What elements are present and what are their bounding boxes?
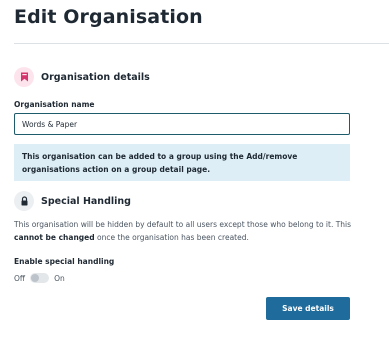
toggle-knob[interactable]: [31, 274, 40, 282]
organisation-name-label: Organisation name: [14, 100, 95, 109]
toggle-on-label: On: [54, 273, 65, 283]
description-text-1: This organisation will be hidden by defa…: [14, 220, 352, 229]
toggle-off-label: Off: [14, 273, 26, 283]
special-handling-toggle[interactable]: [30, 273, 50, 283]
special-handling-header: Special Handling: [14, 191, 131, 211]
save-details-button[interactable]: Save details: [266, 297, 350, 320]
section-title-special: Special Handling: [41, 195, 131, 207]
info-box: This organisation can be added to a grou…: [14, 144, 350, 181]
special-handling-toggle-row: Off On: [14, 273, 65, 283]
page-title: Edit Organisation: [14, 6, 203, 28]
description-text-2: once the organisation has been created.: [94, 232, 249, 242]
special-handling-description: This organisation will be hidden by defa…: [14, 219, 354, 244]
lock-icon: [14, 191, 34, 211]
bookmark-icon: [14, 67, 34, 87]
title-divider: [14, 43, 389, 44]
enable-special-handling-label: Enable special handling: [14, 257, 115, 266]
section-title-details: Organisation details: [41, 71, 150, 83]
organisation-name-input[interactable]: [14, 113, 350, 135]
description-emphasis: cannot be changed: [14, 232, 95, 242]
organisation-details-header: Organisation details: [14, 67, 150, 87]
